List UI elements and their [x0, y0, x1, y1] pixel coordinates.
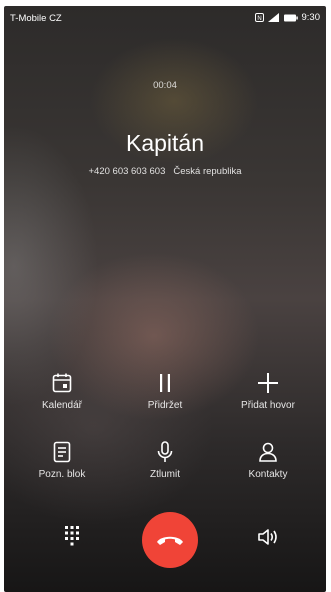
hold-label: Přidržet	[147, 400, 183, 411]
phone-number: +420 603 603 603	[88, 166, 166, 177]
calendar-button[interactable]: Kalendář	[12, 372, 112, 411]
mute-label: Ztlumit	[150, 469, 180, 480]
speaker-button[interactable]	[254, 523, 282, 551]
notepad-button[interactable]: Pozn. blok	[12, 441, 112, 480]
svg-text:N: N	[257, 16, 261, 22]
calendar-label: Kalendář	[41, 400, 83, 411]
notepad-label: Pozn. blok	[38, 469, 86, 480]
call-screen: T-Mobile CZ N 9:30 00:04 Kapitán +420 60…	[4, 6, 326, 592]
nfc-icon: N	[254, 13, 264, 22]
contacts-button[interactable]: Kontakty	[218, 441, 318, 480]
call-duration: 00:04	[153, 80, 177, 91]
dialpad-button[interactable]	[58, 522, 86, 550]
contacts-label: Kontakty	[248, 469, 288, 480]
speaker-icon	[258, 529, 277, 545]
battery-icon	[283, 14, 298, 21]
pause-icon	[160, 374, 170, 392]
signal-icon	[267, 13, 279, 22]
microphone-icon	[157, 441, 173, 462]
plus-icon	[258, 373, 278, 393]
clock: 9:30	[301, 12, 321, 23]
dialpad-icon	[65, 526, 79, 546]
mute-button[interactable]: Ztlumit	[115, 441, 215, 480]
end-call-button[interactable]	[142, 512, 198, 568]
phone-hangup-icon	[157, 536, 183, 545]
contact-name: Kapitán	[125, 130, 204, 156]
hold-button[interactable]: Přidržet	[115, 372, 215, 411]
screen: T-Mobile CZ N 9:30 00:04 Kapitán +420 60…	[0, 0, 331, 592]
person-icon	[259, 442, 277, 462]
status-bar: T-Mobile CZ N 9:30	[4, 6, 326, 30]
caller-info: +420 603 603 603 Česká republika	[4, 166, 326, 177]
add-call-label: Přidat hovor	[241, 400, 295, 411]
carrier-name: T-Mobile CZ	[10, 13, 62, 24]
notepad-icon	[53, 441, 71, 463]
caller-location: Česká republika	[173, 166, 242, 177]
status-icons: N 9:30	[254, 12, 321, 23]
add-call-button[interactable]: Přidat hovor	[218, 372, 318, 411]
calendar-icon	[52, 373, 72, 393]
